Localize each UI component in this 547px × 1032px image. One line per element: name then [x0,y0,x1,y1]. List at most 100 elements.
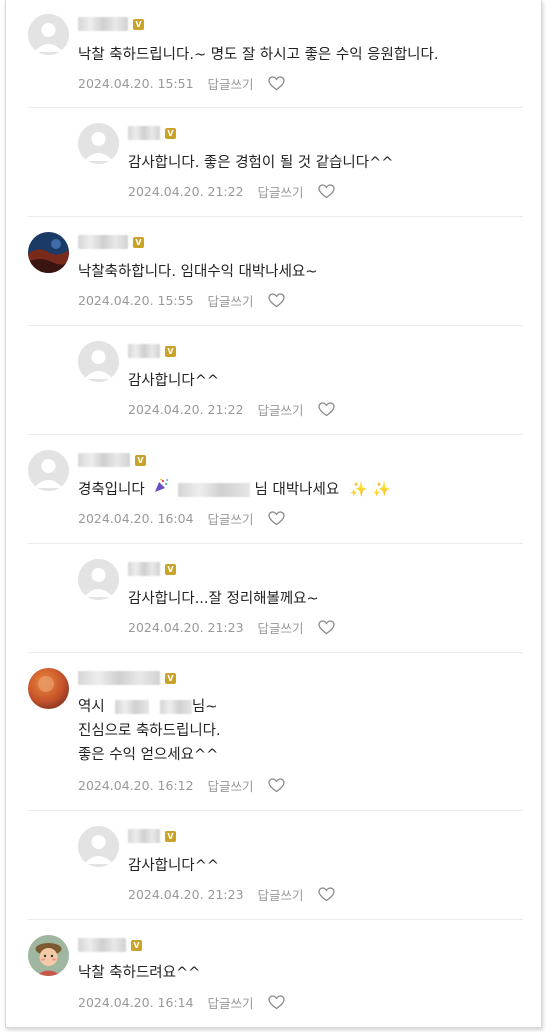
reply-button[interactable]: 답글쓰기 [258,618,304,637]
comment-list: V 낙찰 축하드립니다.~ 명도 잘 하시고 좋은 수익 응원합니다. 2024… [5,0,542,1028]
verified-badge-icon: V [165,563,176,575]
like-heart-icon[interactable] [267,293,285,308]
comment-meta: 2024.04.20. 21:23 답글쓰기 [128,618,335,637]
comment-text-part: 님 대박나세요 [254,482,340,498]
author-name-redacted[interactable] [78,235,128,249]
comment-text-part: 경축입니다 [78,482,145,498]
comment-date: 2024.04.20. 21:22 [128,184,244,199]
author-name-redacted[interactable] [128,829,160,843]
comment-date: 2024.04.20. 16:04 [78,511,194,526]
comment-text-line: 좋은 수익 얻으세요^^ [78,747,219,763]
verified-badge-icon: V [165,345,176,357]
mentioned-name-redacted [159,700,192,714]
verified-badge-icon: V [165,127,176,139]
reply-button[interactable]: 답글쓰기 [258,182,304,201]
verified-badge-icon: V [165,672,176,684]
comment-text: 감사합니다^^ [128,373,219,389]
comment-meta: 2024.04.20. 15:51 답글쓰기 [78,74,285,93]
verified-badge-icon: V [133,18,144,30]
author-name-redacted[interactable] [128,126,160,140]
divider [28,216,523,217]
divider [28,107,523,108]
comment-text: 감사합니다. 좋은 경험이 될 것 같습니다^^ [128,155,394,171]
comment-date: 2024.04.20. 15:51 [78,76,194,91]
comment-meta: 2024.04.20. 16:04 답글쓰기 [78,509,285,528]
like-heart-icon[interactable] [267,778,285,793]
comment-date: 2024.04.20. 16:12 [78,778,194,793]
avatar[interactable] [78,123,119,164]
verified-badge-icon: V [135,454,146,466]
avatar[interactable] [28,232,69,273]
reply-button[interactable]: 답글쓰기 [208,509,254,528]
party-popper-icon [153,478,169,502]
divider [28,543,523,544]
avatar[interactable] [78,559,119,600]
author-row: V [128,561,176,577]
divider [28,325,523,326]
comment-text: 낙찰 축하드려요^^ [78,965,201,981]
divider [28,434,523,435]
comment-text-part: 님~ [191,699,218,715]
avatar[interactable] [28,935,69,976]
avatar[interactable] [28,668,69,709]
comment-text-part: 역시 [78,699,105,715]
comment-date: 2024.04.20. 21:23 [128,887,244,902]
like-heart-icon[interactable] [317,184,335,199]
comment-meta: 2024.04.20. 21:22 답글쓰기 [128,182,335,201]
comment-date: 2024.04.20. 21:23 [128,620,244,635]
author-name-redacted[interactable] [78,671,160,685]
comment-text: 역시 님~ [78,695,217,719]
comment-meta: 2024.04.20. 16:12 답글쓰기 [78,776,285,795]
verified-badge-icon: V [165,830,176,842]
divider [28,652,523,653]
comment-date: 2024.04.20. 16:14 [78,995,194,1010]
comment-meta: 2024.04.20. 21:22 답글쓰기 [128,400,335,419]
comment-meta: 2024.04.20. 15:55 답글쓰기 [78,291,285,310]
comment-text-line: 진심으로 축하드립니다. [78,723,221,739]
sparkles-icon: ✨ ✨ [349,482,391,498]
comment-meta: 2024.04.20. 21:23 답글쓰기 [128,885,335,904]
author-row: V [78,16,144,32]
reply-button[interactable]: 답글쓰기 [208,993,254,1012]
avatar[interactable] [28,450,69,491]
comment-date: 2024.04.20. 21:22 [128,402,244,417]
divider [28,919,523,920]
comment-text: 낙찰 축하드립니다.~ 명도 잘 하시고 좋은 수익 응원합니다. [78,47,439,63]
reply-button[interactable]: 답글쓰기 [208,776,254,795]
verified-badge-icon: V [133,236,144,248]
like-heart-icon[interactable] [317,620,335,635]
author-name-redacted[interactable] [78,17,128,31]
mentioned-name-redacted [115,700,150,714]
author-name-redacted[interactable] [128,562,160,576]
author-row: V [78,234,144,250]
like-heart-icon[interactable] [267,76,285,91]
reply-button[interactable]: 답글쓰기 [258,400,304,419]
like-heart-icon[interactable] [317,887,335,902]
reply-button[interactable]: 답글쓰기 [208,74,254,93]
author-row: V [128,125,176,141]
comment-text: 감사합니다...잘 정리해볼께요~ [128,591,319,607]
verified-badge-icon: V [131,939,142,951]
avatar[interactable] [78,341,119,382]
comment-text: 경축입니다 님 대박나세요 ✨ ✨ [78,478,391,502]
author-row: V [78,452,146,468]
author-row: V [128,828,176,844]
reply-button[interactable]: 답글쓰기 [258,885,304,904]
like-heart-icon[interactable] [267,511,285,526]
like-heart-icon[interactable] [317,402,335,417]
comment-text: 낙찰축하합니다. 임대수익 대박나세요~ [78,264,318,280]
comment-meta: 2024.04.20. 16:14 답글쓰기 [78,993,285,1012]
mentioned-name-redacted [177,483,250,497]
like-heart-icon[interactable] [267,995,285,1010]
divider [28,810,523,811]
comment-text: 감사합니다^^ [128,858,219,874]
avatar[interactable] [28,14,69,55]
avatar[interactable] [78,826,119,867]
author-row: V [128,343,176,359]
comment-date: 2024.04.20. 15:55 [78,293,194,308]
author-name-redacted[interactable] [78,453,130,467]
author-name-redacted[interactable] [128,344,160,358]
reply-button[interactable]: 답글쓰기 [208,291,254,310]
author-name-redacted[interactable] [78,938,126,952]
author-row: V [78,937,142,953]
